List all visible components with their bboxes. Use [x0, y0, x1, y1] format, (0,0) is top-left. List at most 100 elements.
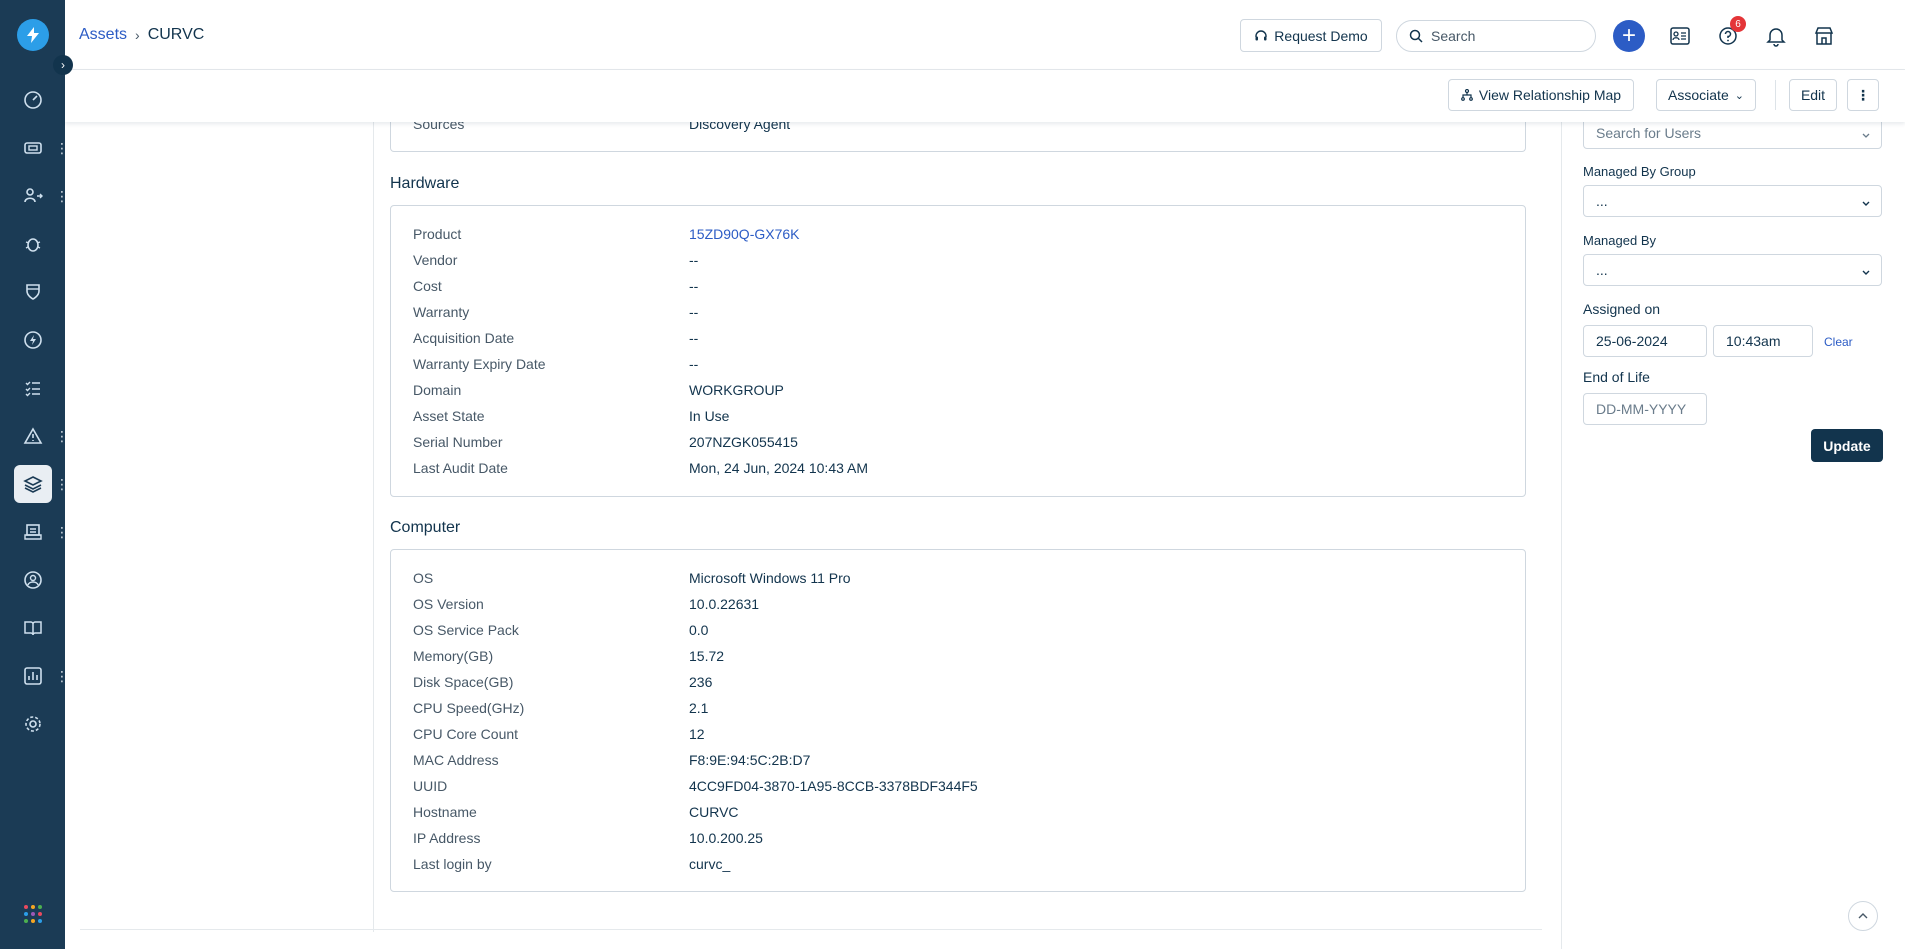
assigned-date-field[interactable]: 25-06-2024 — [1583, 325, 1707, 357]
detail-label: IP Address — [413, 830, 481, 846]
update-button[interactable]: Update — [1811, 429, 1883, 462]
detail-row: OS Microsoft Windows 11 Pro — [413, 570, 1513, 590]
product-link[interactable]: 15ZD90Q-GX76K — [689, 226, 800, 242]
warning-triangle-icon[interactable] — [14, 417, 52, 455]
detail-row: Asset State In Use — [413, 408, 1513, 428]
request-demo-button[interactable]: Request Demo — [1240, 19, 1382, 52]
gear-icon[interactable] — [14, 705, 52, 743]
plus-icon: + — [1621, 22, 1636, 49]
detail-row: Product 15ZD90Q-GX76K — [413, 226, 1513, 246]
clear-link[interactable]: Clear — [1824, 335, 1853, 349]
sidebar: ⋮ ⋮ ⋮ ⋮ ⋮ ⋮ — [0, 0, 69, 949]
detail-row: MAC Address F8:9E:94:5C:2B:D7 — [413, 752, 1513, 772]
detail-value: Microsoft Windows 11 Pro — [689, 570, 851, 586]
dashboard-gauge-icon[interactable] — [14, 81, 52, 119]
detail-value: -- — [689, 252, 699, 268]
analytics-menu-icon[interactable]: ⋮ — [55, 669, 69, 683]
detail-value: 207NZGK055415 — [689, 434, 798, 450]
ticket-menu-icon[interactable]: ⋮ — [55, 141, 69, 155]
checklist-icon[interactable] — [14, 369, 52, 407]
sidebar-collapse-toggle[interactable]: › — [53, 55, 73, 75]
detail-label: OS Service Pack — [413, 622, 519, 638]
bell-icon[interactable] — [1762, 22, 1790, 50]
detail-row: Vendor -- — [413, 252, 1513, 272]
relationship-map-icon — [1461, 89, 1473, 101]
detail-row: UUID 4CC9FD04-3870-1A95-8CCB-3378BDF344F5 — [413, 778, 1513, 798]
end-of-life-label: End of Life — [1583, 369, 1650, 385]
associate-label: Associate — [1668, 87, 1729, 103]
shield-icon[interactable] — [14, 273, 52, 311]
search-input[interactable]: Search — [1396, 20, 1596, 52]
detail-label: Last login by — [413, 856, 492, 872]
detail-row: IP Address 10.0.200.25 — [413, 830, 1513, 850]
marketplace-store-icon[interactable] — [1810, 22, 1838, 50]
detail-value: 236 — [689, 674, 713, 690]
contact-card-icon[interactable] — [1666, 22, 1694, 50]
detail-label: Disk Space(GB) — [413, 674, 514, 690]
detail-row: Warranty Expiry Date -- — [413, 356, 1513, 376]
detail-value: Mon, 24 Jun, 2024 10:43 AM — [689, 460, 869, 476]
end-of-life-field[interactable]: DD-MM-YYYY — [1583, 393, 1707, 425]
managed-by-group-select[interactable]: ... — [1583, 185, 1882, 217]
divider — [1775, 80, 1776, 110]
layers-icon[interactable] — [14, 465, 52, 503]
detail-value: 0.0 — [689, 622, 709, 638]
detail-value: -- — [689, 278, 699, 294]
detail-label: OS — [413, 570, 434, 586]
detail-value: 4CC9FD04-3870-1A95-8CCB-3378BDF344F5 — [689, 778, 978, 794]
detail-row: Hostname CURVC — [413, 804, 1513, 824]
detail-label: CPU Speed(GHz) — [413, 700, 525, 716]
detail-value: -- — [689, 304, 699, 320]
help-icon[interactable]: 6 — [1714, 16, 1746, 50]
hardware-card: Product 15ZD90Q-GX76K Vendor -- Cost -- Warran… — [390, 205, 1526, 497]
detail-value: 10.0.200.25 — [689, 830, 763, 846]
detail-row: Last Audit Date Mon, 24 Jun, 2024 10:43 A… — [413, 460, 1513, 480]
edit-label: Edit — [1800, 87, 1826, 103]
breadcrumb-assets-link[interactable]: Assets — [79, 26, 127, 44]
detail-row: Domain WORKGROUP — [413, 382, 1513, 402]
detail-row: Cost -- — [413, 278, 1513, 298]
left-pane-border — [373, 122, 374, 932]
bug-icon[interactable] — [14, 225, 52, 263]
detail-label: Memory(GB) — [413, 648, 494, 664]
more-options-button[interactable]: ⋮ — [1847, 79, 1879, 111]
inbox-menu-icon[interactable]: ⋮ — [55, 525, 69, 539]
user-swap-icon[interactable] — [14, 177, 52, 215]
apps-grid-icon[interactable] — [24, 905, 42, 923]
action-bar: View Relationship Map Associate ⌄ Edit ⋮ — [65, 70, 1905, 122]
add-new-button[interactable]: + — [1613, 20, 1645, 52]
managed-by-group-value: ... — [1596, 193, 1608, 209]
view-relationship-map-button[interactable]: View Relationship Map — [1448, 79, 1634, 111]
detail-label: UUID — [413, 778, 448, 794]
detail-value: 12 — [689, 726, 705, 742]
detail-row: CPU Core Count 12 — [413, 726, 1513, 746]
detail-value: -- — [689, 356, 699, 372]
managed-by-group-label: Managed By Group — [1583, 164, 1696, 179]
network-users-icon[interactable] — [14, 561, 52, 599]
chevron-down-icon: ⌄ — [1734, 89, 1744, 102]
layers-menu-icon[interactable]: ⋮ — [55, 477, 69, 491]
managed-by-select[interactable]: ... — [1583, 254, 1882, 286]
end-of-life-placeholder: DD-MM-YYYY — [1596, 401, 1687, 417]
user-swap-menu-icon[interactable]: ⋮ — [55, 189, 69, 203]
detail-label: Serial Number — [413, 434, 503, 450]
analytics-chart-icon[interactable] — [14, 657, 52, 695]
book-icon[interactable] — [14, 609, 52, 647]
inbox-tray-icon[interactable] — [14, 513, 52, 551]
managed-by-value: ... — [1596, 262, 1608, 278]
ticket-icon[interactable] — [14, 129, 52, 167]
chevron-down-icon — [1861, 264, 1871, 280]
associate-dropdown-button[interactable]: Associate ⌄ — [1656, 79, 1756, 111]
assigned-time-field[interactable]: 10:43am — [1713, 325, 1813, 357]
detail-label: Cost — [413, 278, 442, 294]
lightning-bolt-icon[interactable] — [17, 19, 49, 51]
detail-label: Asset State — [413, 408, 485, 424]
detail-label: Domain — [413, 382, 462, 398]
bolt-circle-icon[interactable] — [14, 321, 52, 359]
warning-menu-icon[interactable]: ⋮ — [55, 429, 69, 443]
search-users-placeholder: Search for Users — [1596, 125, 1702, 141]
detail-label: Product — [413, 226, 462, 242]
scroll-to-top-button[interactable] — [1848, 901, 1878, 931]
edit-button[interactable]: Edit — [1789, 79, 1837, 111]
detail-row: Memory(GB) 15.72 — [413, 648, 1513, 668]
